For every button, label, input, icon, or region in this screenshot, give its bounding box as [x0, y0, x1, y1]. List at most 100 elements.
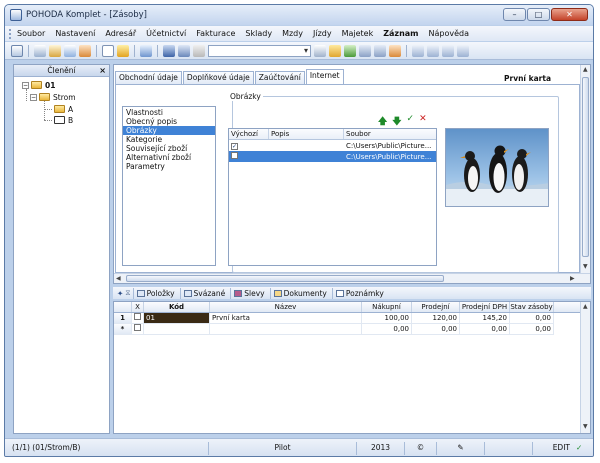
tab-obchodni-udaje[interactable]: Obchodní údaje [115, 71, 182, 84]
subtab-svazane[interactable]: Svázané [179, 287, 229, 299]
window-icon[interactable] [412, 44, 424, 57]
save-all-icon[interactable] [178, 44, 190, 57]
section-item-selected[interactable]: Obrázky [123, 126, 215, 135]
cell-prodejni[interactable]: 120,00 [412, 313, 460, 324]
table-row-selected[interactable]: C:\Users\Public\Picture... [229, 151, 436, 162]
close-button[interactable]: ✕ [551, 8, 588, 21]
cell-stav[interactable]: 0,00 [510, 324, 554, 335]
calculator-icon[interactable] [359, 44, 371, 57]
window-list-icon[interactable] [427, 44, 439, 57]
table-row[interactable]: 1 01 První karta 100,00 120,00 145,20 0,… [114, 313, 590, 324]
close-icon[interactable]: × [99, 65, 106, 76]
scroll-down-icon[interactable]: ▼ [583, 263, 588, 270]
menu-adresar[interactable]: Adresář [105, 29, 136, 38]
cascade-icon[interactable] [442, 44, 454, 57]
column-header-kod[interactable]: Kód [144, 302, 210, 312]
column-header-stav[interactable]: Stav zásoby [510, 302, 554, 312]
export-icon[interactable] [79, 44, 91, 57]
cell-nakupni[interactable]: 100,00 [362, 313, 412, 324]
table-icon[interactable] [374, 44, 386, 57]
pin-icon[interactable]: ✦ [117, 289, 123, 298]
grid-vertical-scrollbar[interactable]: ▲ ▼ [580, 302, 590, 433]
cell-nazev[interactable] [210, 324, 362, 335]
table-cell[interactable]: C:\Users\Public\Picture... [344, 142, 436, 150]
cell-nakupni[interactable]: 0,00 [362, 324, 412, 335]
cell-prodejni[interactable]: 0,00 [412, 324, 460, 335]
column-header-prodejni-dph[interactable]: Prodejní DPH [460, 302, 510, 312]
collapse-icon[interactable]: − [22, 81, 29, 89]
scroll-up-icon[interactable]: ▲ [583, 303, 588, 310]
section-item[interactable]: Parametry [123, 162, 215, 171]
section-list[interactable]: Vlastnosti Obecný popis Obrázky Kategori… [122, 106, 216, 266]
section-item[interactable]: Související zboží [123, 144, 215, 153]
tab-zauctovani[interactable]: Zaúčtování [254, 71, 305, 84]
new-record-icon[interactable] [102, 44, 114, 57]
row-number[interactable]: * [114, 324, 132, 335]
search-combo[interactable] [208, 44, 311, 57]
copy-icon[interactable] [193, 44, 205, 57]
table-row[interactable]: ✓ C:\Users\Public\Picture... [229, 140, 436, 151]
section-item[interactable]: Vlastnosti [123, 108, 215, 117]
scroll-thumb[interactable] [582, 77, 589, 257]
column-header-prodejni[interactable]: Prodejní [412, 302, 460, 312]
filter-icon[interactable]: ⧖ [125, 288, 130, 298]
cell-kod[interactable] [144, 324, 210, 335]
tree-node-strom[interactable]: − Strom [30, 92, 76, 102]
section-item[interactable]: Obecný popis [123, 117, 215, 126]
scroll-left-icon[interactable]: ◀ [116, 275, 121, 282]
subtab-slevy[interactable]: Slevy [230, 287, 267, 299]
subtab-dokumenty[interactable]: Dokumenty [269, 287, 330, 299]
column-header-nakupni[interactable]: Nákupní [362, 302, 412, 312]
menu-soubor[interactable]: Soubor [17, 29, 45, 38]
default-checkbox[interactable]: ✓ [231, 142, 238, 150]
print-preview-icon[interactable] [64, 44, 76, 57]
menu-zaznam[interactable]: Záznam [383, 29, 418, 38]
title-bar[interactable]: POHODA Komplet - [Zásoby] – □ ✕ [5, 5, 593, 25]
default-checkbox[interactable] [231, 152, 238, 159]
tree-node-root[interactable]: − 01 [22, 80, 55, 90]
cell-prodejni-dph[interactable]: 145,20 [460, 313, 510, 324]
print-icon[interactable] [49, 44, 61, 57]
edit-pencil-icon[interactable] [117, 44, 129, 57]
scroll-up-icon[interactable]: ▲ [583, 66, 588, 73]
table-row-new[interactable]: * 0,00 0,00 0,00 0,00 [114, 324, 590, 335]
menu-ucetnictvi[interactable]: Účetnictví [146, 29, 186, 38]
column-header-x[interactable]: X [132, 302, 144, 312]
section-item[interactable]: Kategorie [123, 135, 215, 144]
table-cell[interactable]: C:\Users\Public\Picture... [344, 153, 436, 161]
menu-majetek[interactable]: Majetek [342, 29, 374, 38]
cell-nazev[interactable]: První karta [210, 313, 362, 324]
subtab-polozky[interactable]: Položky [132, 287, 178, 299]
subtab-poznamky[interactable]: Poznámky [331, 287, 387, 299]
cell-stav[interactable]: 0,00 [510, 313, 554, 324]
tree-node-b[interactable]: B [54, 115, 73, 125]
column-header-nazev[interactable]: Název [210, 302, 362, 312]
detail-vertical-scrollbar[interactable]: ▲ ▼ [580, 65, 590, 273]
users-icon[interactable] [389, 44, 401, 57]
menu-nastaveni[interactable]: Nastavení [55, 29, 95, 38]
scroll-right-icon[interactable]: ▶ [570, 275, 575, 282]
refresh-icon[interactable] [344, 44, 356, 57]
cell-prodejni-dph[interactable]: 0,00 [460, 324, 510, 335]
column-header[interactable]: Popis [269, 129, 344, 139]
cell-kod[interactable]: 01 [144, 313, 210, 324]
column-header[interactable]: Výchozí [229, 129, 269, 139]
navigate-icon[interactable] [140, 44, 152, 57]
folder-icon[interactable] [329, 44, 341, 57]
collapse-icon[interactable]: − [30, 93, 37, 101]
menu-sklady[interactable]: Sklady [245, 29, 272, 38]
scissors-icon[interactable] [34, 44, 46, 57]
minimize-button[interactable]: – [503, 8, 526, 21]
book-icon[interactable] [11, 44, 23, 57]
tree-node-a[interactable]: A [54, 104, 73, 114]
section-item[interactable]: Alternativní zboží [123, 153, 215, 162]
menu-fakturace[interactable]: Fakturace [196, 29, 235, 38]
scroll-down-icon[interactable]: ▼ [583, 423, 588, 430]
help-icon[interactable] [457, 44, 469, 57]
row-checkbox[interactable] [134, 324, 141, 331]
save-icon[interactable] [163, 44, 175, 57]
scroll-thumb[interactable] [126, 275, 444, 282]
column-header[interactable]: Soubor [344, 129, 436, 139]
filter-icon[interactable] [314, 44, 326, 57]
menu-mzdy[interactable]: Mzdy [282, 29, 303, 38]
